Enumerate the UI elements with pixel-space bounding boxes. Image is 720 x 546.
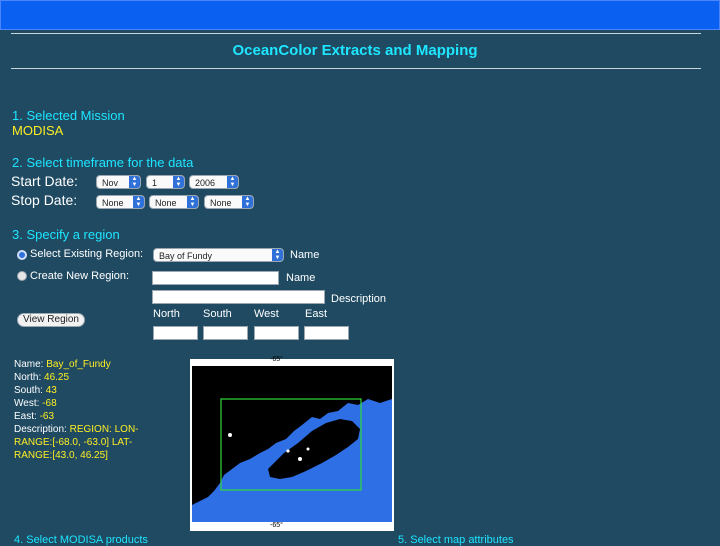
start-day-select[interactable]: 1 ▲ ▼ [146, 175, 185, 189]
stop-date-label: Stop Date: [11, 192, 78, 208]
south-input[interactable] [203, 326, 248, 340]
north-label: North [153, 308, 180, 320]
map-attributes-heading: 5. Select map attributes [398, 534, 514, 546]
existing-region-select[interactable]: Bay of Fundy ▲ ▼ [153, 248, 284, 262]
stepper-arrows-icon: ▲ ▼ [173, 176, 184, 188]
region-heading: 3. Specify a region [12, 227, 120, 242]
lake-dot [228, 433, 232, 437]
stepper-arrows-icon: ▲ ▼ [133, 196, 144, 208]
new-region-label: Create New Region: [30, 270, 130, 282]
description-label: Description [331, 293, 387, 305]
top-banner [0, 0, 720, 30]
region-map: -65° -65° [190, 356, 394, 531]
view-region-button[interactable]: View Region [17, 313, 85, 327]
north-input[interactable] [153, 326, 198, 340]
mission-value: MODISA [12, 123, 64, 138]
west-label: West [254, 308, 279, 320]
lake-dot [306, 447, 310, 451]
lake-dot [298, 457, 302, 461]
existing-region-radio[interactable] [17, 250, 27, 260]
new-region-description-input[interactable] [152, 290, 325, 304]
stop-day-select[interactable]: None ▲ ▼ [149, 195, 199, 209]
stop-year-select[interactable]: None ▲ ▼ [204, 195, 254, 209]
map-top-tick: -65° [270, 356, 283, 363]
start-month-select[interactable]: Nov ▲ ▼ [96, 175, 141, 189]
south-label: South [203, 308, 232, 320]
lake-dot [286, 449, 290, 453]
new-region-name-input[interactable] [152, 271, 279, 285]
page-title: OceanColor Extracts and Mapping [232, 42, 478, 59]
stepper-arrows-icon: ▲ ▼ [187, 196, 198, 208]
map-graphic [190, 359, 394, 531]
divider-bottom [11, 68, 701, 69]
mission-heading: 1. Selected Mission [12, 108, 125, 123]
existing-region-label: Select Existing Region: [30, 248, 144, 260]
region-name-label: Name [290, 249, 320, 261]
start-year-select[interactable]: 2006 ▲ ▼ [189, 175, 239, 189]
divider-top [11, 33, 701, 34]
stop-month-select[interactable]: None ▲ ▼ [96, 195, 145, 209]
region-info: Name: Bay_of_Fundy North: 46.25 South: 4… [14, 359, 139, 461]
stepper-arrows-icon: ▲ ▼ [129, 176, 140, 188]
products-heading: 4. Select MODISA products [14, 534, 148, 546]
map-bottom-tick: -65° [270, 522, 283, 529]
east-input[interactable] [304, 326, 349, 340]
stepper-arrows-icon: ▲ ▼ [227, 176, 238, 188]
stepper-arrows-icon: ▲ ▼ [242, 196, 253, 208]
start-date-label: Start Date: [11, 173, 78, 189]
timeframe-heading: 2. Select timeframe for the data [12, 155, 194, 170]
new-region-radio[interactable] [17, 271, 27, 281]
new-region-name-label: Name [286, 272, 316, 284]
west-input[interactable] [254, 326, 299, 340]
east-label: East [305, 308, 328, 320]
stepper-arrows-icon: ▲ ▼ [272, 249, 283, 261]
